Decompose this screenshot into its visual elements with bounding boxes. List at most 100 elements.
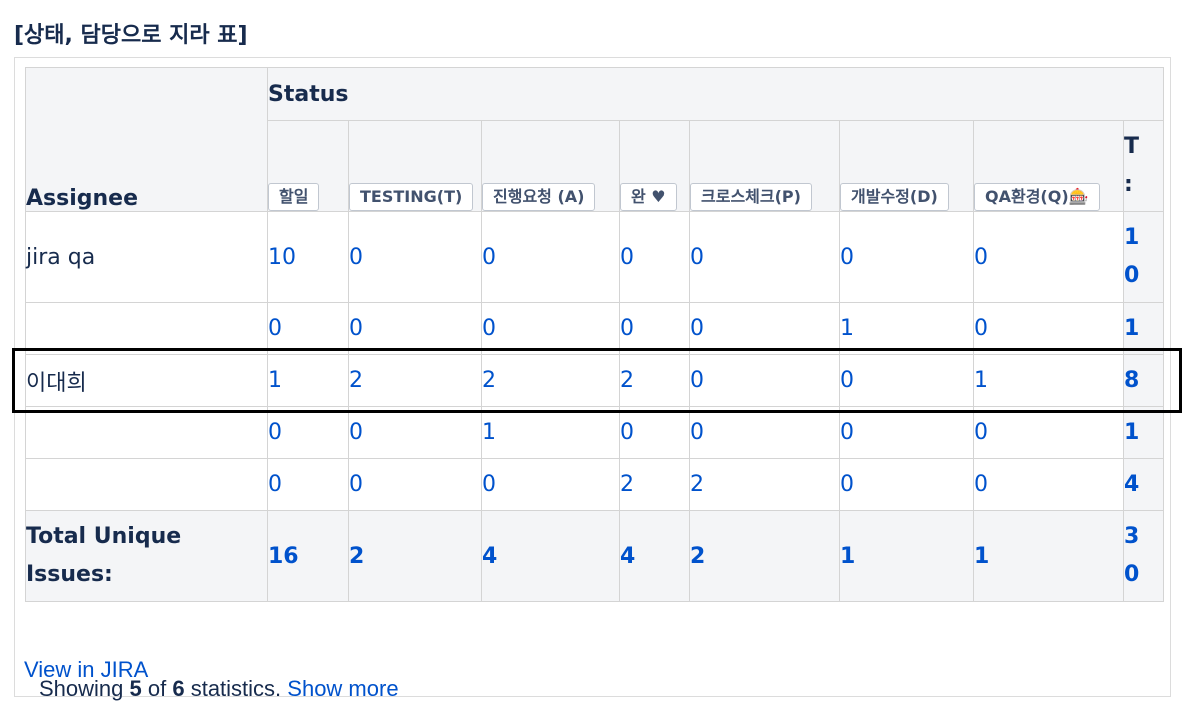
assignee-cell: [25, 458, 268, 511]
count-link[interactable]: 0: [349, 472, 363, 497]
grand-total-cell: 3 0: [1122, 510, 1165, 602]
count-link[interactable]: 0: [268, 420, 282, 445]
count-link[interactable]: 1: [268, 368, 282, 393]
count-link[interactable]: 0: [840, 420, 854, 445]
count-cell: 0: [973, 458, 1124, 511]
count-cell: 0: [267, 406, 349, 459]
count-link[interactable]: 0: [974, 420, 988, 445]
column-total-link[interactable]: 1: [974, 544, 989, 569]
status-lozenge[interactable]: 완 ♥: [620, 183, 677, 211]
status-lozenge[interactable]: QA환경(Q)🎰: [974, 183, 1100, 211]
column-total-cell: 2: [348, 510, 482, 602]
count-cell: 0: [839, 458, 974, 511]
two-dimensional-stats-gadget: Assignee Status 할일 TESTING(T) 진행요청 (A) 완 ♥ 크…: [14, 57, 1171, 701]
count-link[interactable]: 0: [268, 316, 282, 341]
count-link[interactable]: 0: [482, 472, 496, 497]
count-link[interactable]: 0: [690, 316, 704, 341]
count-link[interactable]: 0: [690, 368, 704, 393]
count-cell: 2: [619, 458, 690, 511]
count-link[interactable]: 0: [690, 420, 704, 445]
count-cell: 1: [267, 354, 349, 407]
column-total-cell: 4: [481, 510, 620, 602]
count-cell: 0: [348, 458, 482, 511]
status-lozenge[interactable]: 개발수정(D): [840, 183, 949, 211]
view-in-jira-link[interactable]: View in JIRA: [24, 657, 148, 683]
row-total-link[interactable]: 1 0: [1124, 225, 1139, 288]
summary-suffix: statistics.: [184, 676, 288, 701]
assignee-cell: 이대희: [25, 354, 268, 407]
status-lozenge[interactable]: 진행요청 (A): [482, 183, 596, 211]
count-cell: 0: [619, 406, 690, 459]
count-link[interactable]: 0: [349, 420, 363, 445]
count-cell: 2: [689, 458, 840, 511]
count-link[interactable]: 0: [974, 472, 988, 497]
assignee-cell: [25, 406, 268, 459]
row-total-cell: 4: [1122, 458, 1165, 511]
table-row: 0 0 0 0 0 1 0 1: [25, 302, 1165, 355]
column-total-link[interactable]: 2: [690, 544, 705, 569]
count-link[interactable]: 0: [620, 420, 634, 445]
count-link[interactable]: 2: [620, 472, 634, 497]
count-cell: 0: [839, 354, 974, 407]
row-total-cell: 8: [1122, 354, 1165, 407]
status-header: Status: [266, 67, 1165, 121]
count-cell: 10: [267, 211, 349, 303]
status-column-header: 크로스체크(P): [689, 120, 840, 212]
status-lozenge[interactable]: TESTING(T): [349, 183, 474, 211]
count-cell: 2: [619, 354, 690, 407]
show-more-link[interactable]: Show more: [287, 676, 398, 701]
count-link[interactable]: 1: [482, 420, 496, 445]
count-link[interactable]: 0: [482, 245, 496, 270]
table-row: jira qa 10 0 0 0 0 0 0 1 0: [25, 211, 1165, 303]
row-total-link[interactable]: 1: [1124, 316, 1139, 341]
column-total-link[interactable]: 1: [840, 544, 855, 569]
count-link[interactable]: 1: [840, 316, 854, 341]
grand-total-link[interactable]: 3 0: [1124, 524, 1139, 587]
table-row: 0 0 1 0 0 0 0 1: [25, 406, 1165, 459]
count-link[interactable]: 1: [974, 368, 988, 393]
count-link[interactable]: 0: [349, 245, 363, 270]
count-link[interactable]: 2: [482, 368, 496, 393]
count-cell: 1: [973, 354, 1124, 407]
count-link[interactable]: 0: [840, 368, 854, 393]
count-cell: 0: [689, 211, 840, 303]
count-cell: 0: [973, 302, 1124, 355]
table-row: 이대희 1 2 2 2 0 0 1 8: [25, 354, 1165, 407]
row-total-link[interactable]: 1: [1124, 420, 1139, 445]
status-column-header: 개발수정(D): [839, 120, 974, 212]
row-total-cell: 1 0: [1122, 211, 1165, 303]
count-link[interactable]: 2: [349, 368, 363, 393]
count-link[interactable]: 0: [974, 245, 988, 270]
status-column-header: 진행요청 (A): [481, 120, 620, 212]
count-cell: 0: [973, 406, 1124, 459]
count-link[interactable]: 0: [690, 245, 704, 270]
table-row: 0 0 0 2 2 0 0 4: [25, 458, 1165, 511]
count-cell: 0: [839, 211, 974, 303]
column-total-link[interactable]: 16: [268, 544, 299, 569]
count-cell: 0: [619, 302, 690, 355]
count-link[interactable]: 0: [620, 316, 634, 341]
count-link[interactable]: 0: [349, 316, 363, 341]
count-link[interactable]: 0: [840, 245, 854, 270]
column-total-link[interactable]: 4: [620, 544, 635, 569]
count-cell: 0: [481, 458, 620, 511]
count-cell: 0: [267, 458, 349, 511]
row-total-link[interactable]: 4: [1124, 472, 1139, 497]
count-link[interactable]: 0: [620, 245, 634, 270]
count-cell: 1: [839, 302, 974, 355]
count-link[interactable]: 2: [620, 368, 634, 393]
count-cell: 1: [481, 406, 620, 459]
count-cell: 0: [481, 211, 620, 303]
status-lozenge[interactable]: 할일: [268, 183, 320, 211]
count-link[interactable]: 0: [268, 472, 282, 497]
column-total-link[interactable]: 2: [349, 544, 364, 569]
assignee-cell: [25, 302, 268, 355]
row-total-link[interactable]: 8: [1124, 368, 1139, 393]
count-link[interactable]: 0: [974, 316, 988, 341]
count-link[interactable]: 10: [268, 245, 296, 270]
count-link[interactable]: 0: [840, 472, 854, 497]
count-link[interactable]: 0: [482, 316, 496, 341]
status-lozenge[interactable]: 크로스체크(P): [690, 183, 812, 211]
count-link[interactable]: 2: [690, 472, 704, 497]
column-total-link[interactable]: 4: [482, 544, 497, 569]
